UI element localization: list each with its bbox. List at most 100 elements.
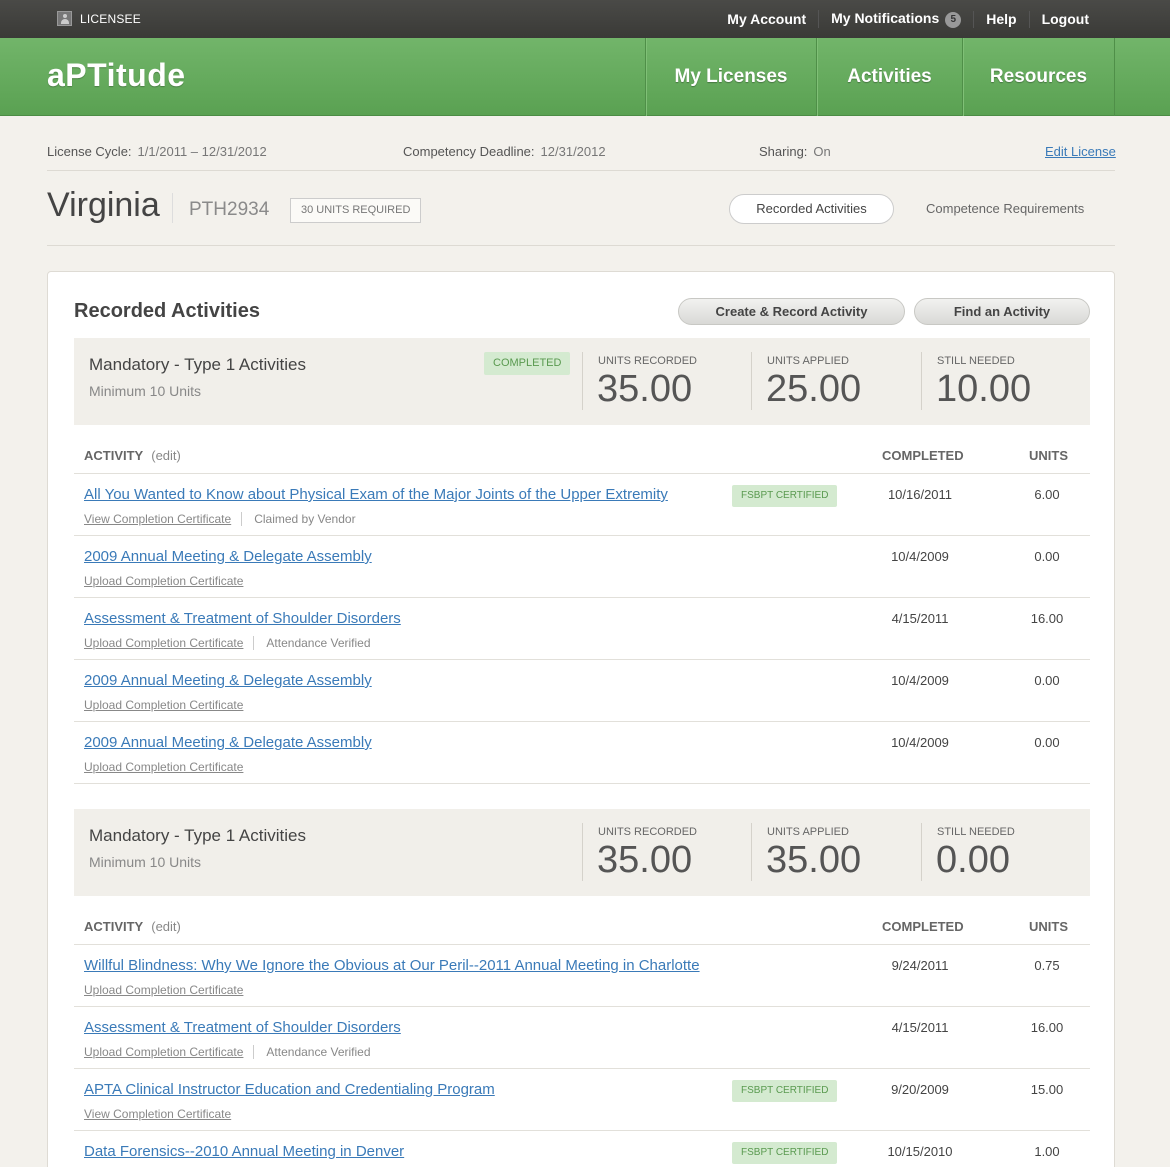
table-row: All You Wanted to Know about Physical Ex… bbox=[74, 474, 1090, 536]
sharing-label: Sharing: bbox=[759, 144, 808, 159]
completed-column-header: COMPLETED bbox=[882, 919, 964, 934]
row-meta: Upload Completion Certificate bbox=[84, 983, 243, 997]
certificate-link[interactable]: Upload Completion Certificate bbox=[84, 983, 243, 997]
certificate-link[interactable]: View Completion Certificate bbox=[84, 1107, 231, 1121]
user-icon bbox=[57, 11, 72, 26]
certificate-link[interactable]: Upload Completion Certificate bbox=[84, 760, 243, 774]
certificate-link[interactable]: Upload Completion Certificate bbox=[84, 1045, 243, 1059]
units-column-header: UNITS bbox=[1029, 448, 1068, 463]
row-meta: View Completion Certificate Claimed by Ve… bbox=[84, 512, 356, 526]
table-row: Data Forensics--2010 Annual Meeting in D… bbox=[74, 1131, 1090, 1167]
fsbpt-certified-badge: FSBPT CERTIFIED bbox=[732, 485, 838, 507]
units-applied-stat: UNITS APPLIED 35.00 bbox=[751, 823, 861, 881]
activity-title-link[interactable]: 2009 Annual Meeting & Delegate Assembly bbox=[84, 734, 372, 751]
completed-date: 4/15/2011 bbox=[891, 611, 949, 626]
stat-value: 35.00 bbox=[597, 368, 693, 410]
create-record-activity-button[interactable]: Create & Record Activity bbox=[678, 298, 905, 325]
activity-title-link[interactable]: All You Wanted to Know about Physical Ex… bbox=[84, 486, 668, 503]
activity-title-link[interactable]: 2009 Annual Meeting & Delegate Assembly bbox=[84, 672, 372, 689]
units-value: 0.00 bbox=[1034, 673, 1060, 688]
group-title: Mandatory - Type 1 Activities bbox=[89, 826, 307, 845]
group-title: Mandatory - Type 1 Activities bbox=[89, 355, 307, 374]
group-subtitle: Minimum 10 Units bbox=[89, 383, 202, 399]
tab-competence-requirements[interactable]: Competence Requirements bbox=[926, 201, 1084, 216]
tab-recorded-activities[interactable]: Recorded Activities bbox=[729, 194, 894, 224]
units-value: 1.00 bbox=[1034, 1144, 1060, 1159]
sharing-status: Sharing: On bbox=[759, 144, 831, 159]
units-value: 0.00 bbox=[1034, 735, 1060, 750]
completed-date: 10/4/2009 bbox=[891, 549, 949, 564]
table-row: Assessment & Treatment of Shoulder Disor… bbox=[74, 598, 1090, 660]
stat-label: UNITS APPLIED bbox=[767, 826, 849, 838]
activity-title-link[interactable]: Assessment & Treatment of Shoulder Disor… bbox=[84, 1019, 401, 1036]
activity-title-link[interactable]: 2009 Annual Meeting & Delegate Assembly bbox=[84, 548, 372, 565]
activity-column-label: ACTIVITY bbox=[84, 919, 144, 934]
completed-date: 9/24/2011 bbox=[891, 958, 949, 973]
certificate-link[interactable]: View Completion Certificate bbox=[84, 512, 231, 526]
table-row: APTA Clinical Instructor Education and C… bbox=[74, 1069, 1090, 1131]
table-row: 2009 Annual Meeting & Delegate Assembly … bbox=[74, 536, 1090, 598]
edit-license-link[interactable]: Edit License bbox=[1045, 144, 1116, 159]
license-cycle-label: License Cycle: bbox=[47, 144, 132, 159]
table-header: ACTIVITY (edit) COMPLETED UNITS bbox=[74, 909, 1090, 945]
competency-deadline-value: 12/31/2012 bbox=[540, 144, 606, 159]
stat-label: UNITS APPLIED bbox=[767, 355, 849, 367]
competency-deadline: Competency Deadline: 12/31/2012 bbox=[403, 144, 606, 159]
stat-value: 10.00 bbox=[936, 368, 1032, 410]
stat-value: 35.00 bbox=[597, 839, 693, 881]
completed-date: 9/20/2009 bbox=[891, 1082, 949, 1097]
fsbpt-certified-badge: FSBPT CERTIFIED bbox=[732, 1142, 838, 1164]
stat-label: UNITS RECORDED bbox=[598, 826, 698, 838]
completed-date: 10/4/2009 bbox=[891, 735, 949, 750]
main-nav: My Licenses Activities Resources bbox=[645, 38, 1115, 116]
table-row: Assessment & Treatment of Shoulder Disor… bbox=[74, 1007, 1090, 1069]
license-cycle: License Cycle: 1/1/2011 – 12/31/2012 bbox=[47, 144, 267, 159]
stat-value: 25.00 bbox=[766, 368, 862, 410]
my-notifications-label: My Notifications bbox=[831, 10, 940, 26]
nav-resources[interactable]: Resources bbox=[962, 38, 1115, 116]
activity-title-link[interactable]: Assessment & Treatment of Shoulder Disor… bbox=[84, 610, 401, 627]
card-title: Recorded Activities bbox=[74, 300, 260, 322]
units-value: 16.00 bbox=[1030, 1020, 1064, 1035]
find-activity-button[interactable]: Find an Activity bbox=[914, 298, 1090, 325]
nav-activities[interactable]: Activities bbox=[816, 38, 962, 116]
edit-columns-link[interactable]: (edit) bbox=[151, 919, 181, 934]
my-account-link[interactable]: My Account bbox=[715, 11, 818, 28]
certificate-link[interactable]: Upload Completion Certificate bbox=[84, 574, 243, 588]
nav-my-licenses[interactable]: My Licenses bbox=[645, 38, 816, 116]
my-notifications-link[interactable]: My Notifications 5 bbox=[818, 10, 973, 28]
status-note: Claimed by Vendor bbox=[241, 512, 356, 526]
units-recorded-stat: UNITS RECORDED 35.00 bbox=[582, 823, 697, 881]
activity-title-link[interactable]: Willful Blindness: Why We Ignore the Obv… bbox=[84, 957, 700, 974]
licensee-label: LICENSEE bbox=[57, 11, 141, 26]
table-row: 2009 Annual Meeting & Delegate Assembly … bbox=[74, 660, 1090, 722]
activity-title-link[interactable]: APTA Clinical Instructor Education and C… bbox=[84, 1081, 495, 1098]
units-value: 6.00 bbox=[1034, 487, 1060, 502]
status-note: Attendance Verified bbox=[253, 636, 371, 650]
certificate-link[interactable]: Upload Completion Certificate bbox=[84, 636, 243, 650]
help-link[interactable]: Help bbox=[973, 10, 1028, 28]
license-cycle-value: 1/1/2011 – 12/31/2012 bbox=[137, 144, 267, 159]
units-value: 15.00 bbox=[1030, 1082, 1064, 1097]
row-meta: Upload Completion Certificate bbox=[84, 574, 243, 588]
completed-badge: COMPLETED bbox=[484, 352, 571, 375]
app-logo[interactable]: aPTitude bbox=[47, 57, 186, 94]
status-note: Attendance Verified bbox=[253, 1045, 371, 1059]
still-needed-stat: STILL NEEDED 0.00 bbox=[921, 823, 1015, 881]
table-header: ACTIVITY (edit) COMPLETED UNITS bbox=[74, 438, 1090, 474]
competency-deadline-label: Competency Deadline: bbox=[403, 144, 535, 159]
group-subtitle: Minimum 10 Units bbox=[89, 854, 202, 870]
divider bbox=[47, 170, 1115, 171]
logout-link[interactable]: Logout bbox=[1028, 10, 1101, 28]
row-meta: Upload Completion Certificate bbox=[84, 698, 243, 712]
stat-value: 35.00 bbox=[766, 839, 862, 881]
group-summary: Mandatory - Type 1 Activities Minimum 10… bbox=[74, 809, 1090, 896]
divider bbox=[47, 245, 1115, 246]
completed-date: 10/16/2011 bbox=[887, 487, 953, 502]
activity-title-link[interactable]: Data Forensics--2010 Annual Meeting in D… bbox=[84, 1143, 404, 1160]
certificate-link[interactable]: Upload Completion Certificate bbox=[84, 698, 243, 712]
activity-column-label: ACTIVITY bbox=[84, 448, 144, 463]
stat-value: 0.00 bbox=[936, 839, 1010, 881]
license-state-title: Virginia bbox=[47, 186, 160, 224]
edit-columns-link[interactable]: (edit) bbox=[151, 448, 181, 463]
